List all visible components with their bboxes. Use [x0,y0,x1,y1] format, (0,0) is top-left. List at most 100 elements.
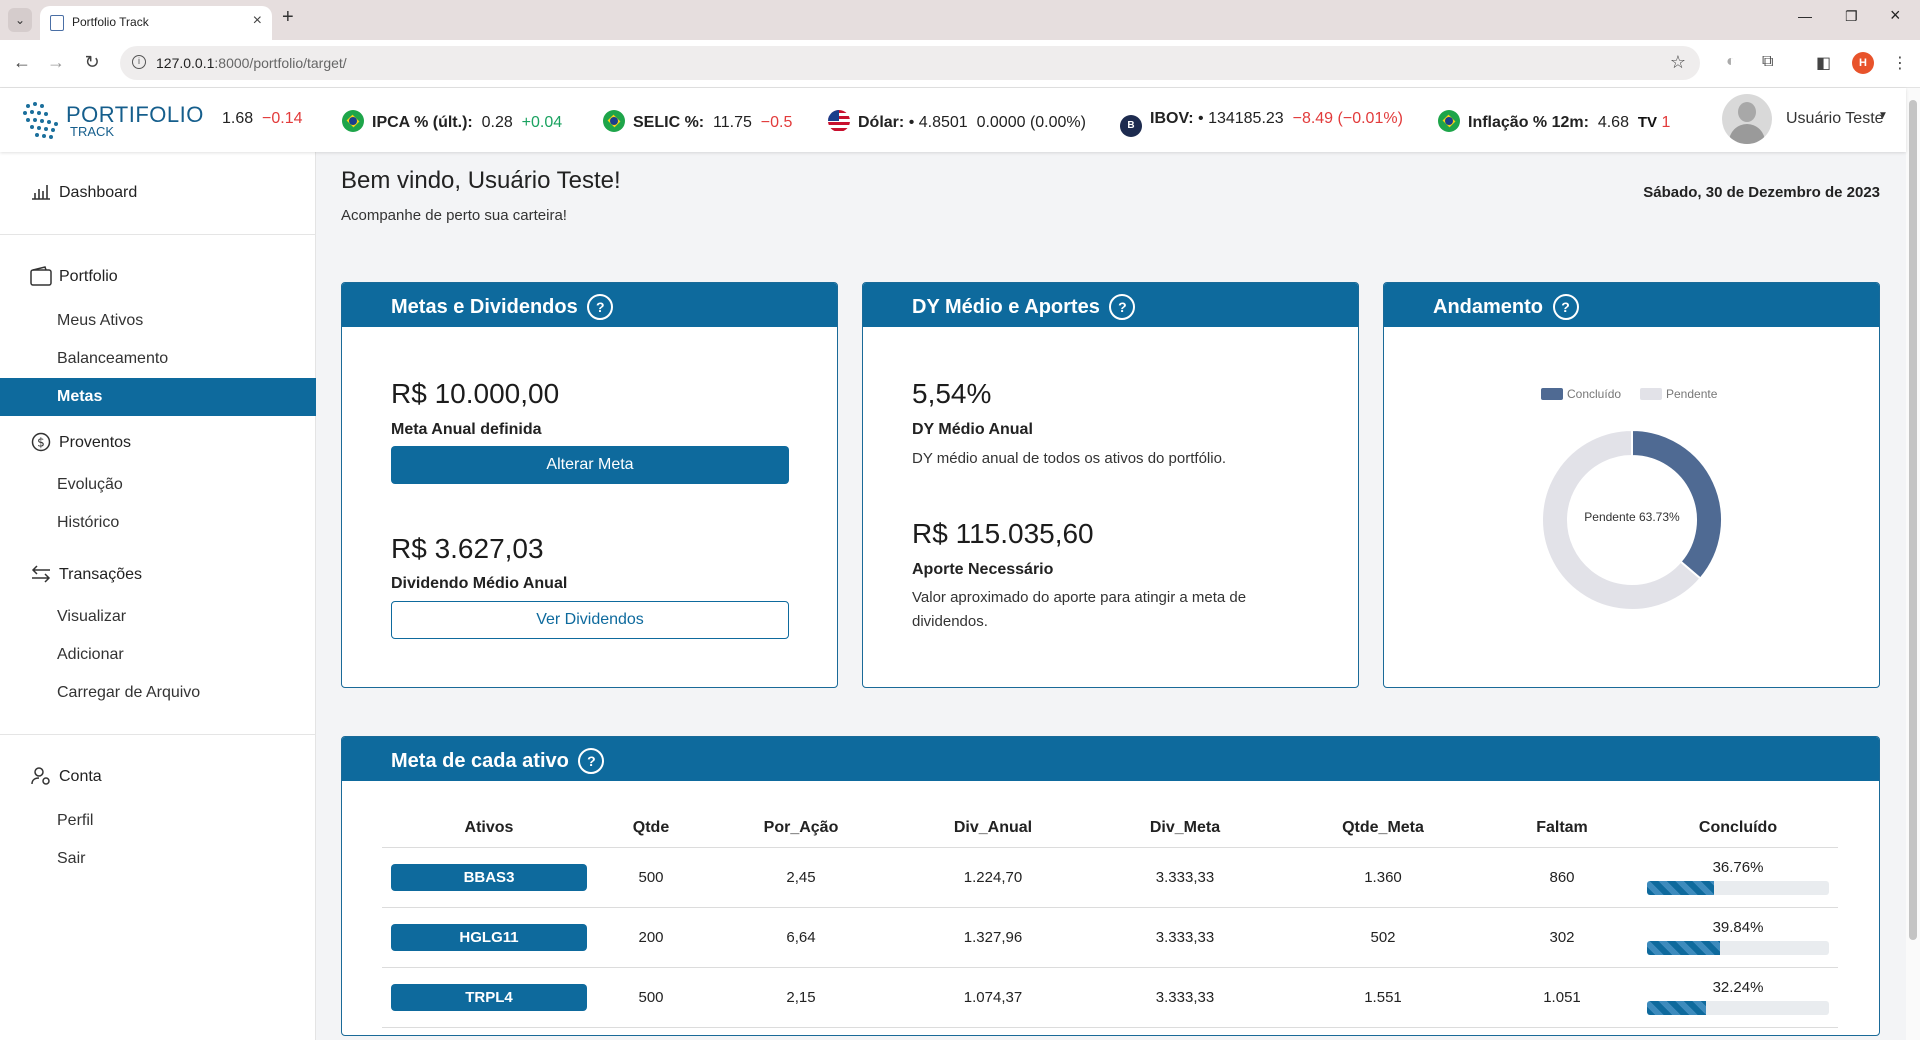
brand-subtitle: TRACK [70,124,115,139]
card-header: DY Médio e Aportes ? [863,283,1358,327]
sidebar-item-perfil[interactable]: Perfil [0,802,316,840]
page-subtitle: Acompanhe de perto sua carteira! [341,207,567,224]
new-tab-plus-icon[interactable]: + [282,6,294,29]
minimize-icon[interactable]: — [1798,8,1812,24]
meta-anual-label: Meta Anual definida [391,421,542,438]
bookmark-star-icon[interactable]: ☆ [1670,52,1686,73]
help-question-icon[interactable]: ? [587,294,614,320]
sidebar-item-conta[interactable]: Conta [0,758,316,796]
column-header[interactable]: Div_Meta [1090,809,1280,848]
dy-medio-description: DY médio anual de todos os ativos do por… [912,450,1227,467]
browser-tab[interactable]: Portfolio Track × [40,6,272,40]
ticker-item: 1.68 −0.14 [222,110,303,127]
user-gear-icon [30,766,52,788]
forward-arrow-icon[interactable]: → [44,52,68,73]
column-header[interactable]: Concluído [1638,809,1838,848]
ver-dividendos-button[interactable]: Ver Dividendos [391,601,789,639]
cell-qtde-meta: 502 [1280,907,1486,968]
sidebar-item-balanceamento[interactable]: Balanceamento [0,340,316,378]
sidebar-item-evolucao[interactable]: Evolução [0,466,316,504]
asset-badge[interactable]: HGLG11 [391,923,587,951]
dy-medio-value: 5,54% [912,378,992,409]
cell-div-anual: 1.327,96 [896,907,1090,968]
dollar-circle-icon: $ [30,432,52,454]
donut-slice-concluido[interactable] [1631,428,1723,580]
sidebar-item-metas[interactable]: Metas [0,378,316,416]
help-question-icon[interactable]: ? [578,748,605,774]
extension-icon[interactable]: ◐ [1726,53,1736,71]
reload-icon[interactable]: ↻ [80,52,104,73]
close-window-icon[interactable]: × [1890,5,1901,26]
scrollbar-thumb[interactable] [1909,100,1917,940]
current-date: Sábado, 30 de Dezembro de 2023 [1643,184,1880,201]
progress-percent: 32.24% [1712,979,1764,996]
ticker-item-inflacao: Inflação % 12m: 4.68 TV 1 [1438,110,1670,132]
sidebar-item-adicionar[interactable]: Adicionar [0,636,316,674]
page-favicon-icon [50,15,64,31]
tab-close-icon[interactable]: × [253,12,262,30]
dividendo-medio-value: R$ 3.627,03 [391,533,544,564]
help-question-icon[interactable]: ? [1109,294,1136,320]
sidebar-item-proventos[interactable]: $ Proventos [0,424,316,462]
ticker-item-ibov: B IBOV: • 134185.23 −8.49 (−0.01%) [1120,110,1403,137]
extensions-puzzle-icon[interactable]: ⧉ [1762,53,1773,71]
sidebar-item-meus-ativos[interactable]: Meus Ativos [0,302,316,340]
asset-badge[interactable]: TRPL4 [391,983,587,1011]
column-header[interactable]: Qtde_Meta [1280,809,1486,848]
help-question-icon[interactable]: ? [1552,294,1579,320]
column-header[interactable]: Qtde [596,809,706,848]
progress-bar: 36.76% [1647,859,1829,895]
sidebar: Dashboard Portfolio Meus Ativos Balancea… [0,152,316,1040]
tab-list-chevron-icon[interactable]: ⌄ [8,8,32,32]
address-bar[interactable]: i 127.0.0.1:8000/portfolio/target/ ☆ [120,46,1700,80]
asset-badge[interactable]: BBAS3 [391,863,587,891]
logo-dots-icon [20,100,64,140]
caret-down-icon: ▼ [1878,110,1888,121]
column-header[interactable]: Por_Ação [706,809,896,848]
legend-swatch [1541,388,1563,400]
bar-chart-icon [30,182,52,204]
page-title: Bem vindo, Usuário Teste! [341,167,621,194]
card-title: DY Médio e Aportes [912,296,1100,318]
back-arrow-icon[interactable]: ← [10,52,34,73]
sidebar-item-transacoes[interactable]: Transações [0,556,316,594]
usa-flag-icon [828,110,850,132]
column-header[interactable]: Ativos [382,809,596,848]
browser-menu-icon[interactable]: ⋮ [1892,53,1908,73]
sidebar-item-historico[interactable]: Histórico [0,504,316,542]
sidebar-item-visualizar[interactable]: Visualizar [0,598,316,636]
side-panel-icon[interactable]: ◧ [1816,53,1831,73]
card-title: Meta de cada ativo [391,750,569,772]
table-header-row: Ativos Qtde Por_Ação Div_Anual Div_Meta … [382,809,1838,848]
url-text[interactable]: 127.0.0.1:8000/portfolio/target/ [156,55,347,71]
sidebar-item-carregar-arquivo[interactable]: Carregar de Arquivo [0,674,316,712]
legend-item-concluido[interactable]: Concluído [1541,387,1621,401]
sidebar-item-dashboard[interactable]: Dashboard [0,174,316,212]
page-scrollbar[interactable] [1906,88,1920,1040]
market-ticker: 1.68 −0.14 IPCA % (últ.): 0.28 +0.04 SEL… [222,88,1706,152]
cell-faltam: 860 [1486,847,1638,908]
browser-profile-avatar[interactable]: H [1852,52,1874,74]
site-info-icon[interactable]: i [132,55,146,69]
sidebar-item-sair[interactable]: Sair [0,840,316,878]
cell-faltam: 1.051 [1486,967,1638,1028]
tradingview-logo-icon[interactable]: TV [1638,114,1657,131]
user-menu[interactable]: Usuário Teste ▼ [1722,94,1892,146]
aporte-necessario-label: Aporte Necessário [912,561,1054,578]
legend-item-pendente[interactable]: Pendente [1640,387,1717,401]
cell-qtde-meta: 1.360 [1280,847,1486,908]
cell-por-acao: 2,45 [706,847,896,908]
sidebar-item-portfolio[interactable]: Portfolio [0,258,316,296]
meta-anual-value: R$ 10.000,00 [391,378,560,409]
column-header[interactable]: Faltam [1486,809,1638,848]
cell-div-meta: 3.333,33 [1090,907,1280,968]
cell-qtde: 500 [596,847,706,908]
browser-tab-bar: ⌄ Portfolio Track × + — ❐ × [0,0,1920,40]
column-header[interactable]: Div_Anual [896,809,1090,848]
legend-swatch [1640,388,1662,400]
alterar-meta-button[interactable]: Alterar Meta [391,446,789,484]
brand-logo[interactable]: PORTIFOLIO TRACK [20,100,203,140]
meta-ativos-table: Ativos Qtde Por_Ação Div_Anual Div_Meta … [382,809,1838,1028]
restore-icon[interactable]: ❐ [1845,8,1858,25]
sidebar-divider [0,234,316,235]
